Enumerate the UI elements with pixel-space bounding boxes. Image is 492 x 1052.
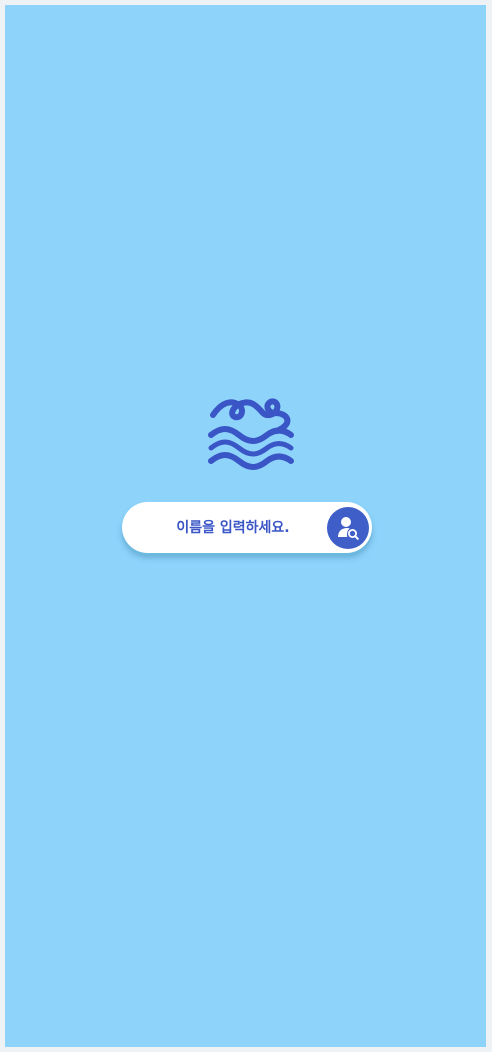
app-screen	[5, 5, 486, 1047]
user-search-button[interactable]	[327, 507, 369, 549]
waves-icon	[203, 391, 299, 475]
name-search-bar	[122, 502, 372, 553]
name-input[interactable]	[140, 502, 326, 553]
user-search-icon	[338, 517, 359, 540]
